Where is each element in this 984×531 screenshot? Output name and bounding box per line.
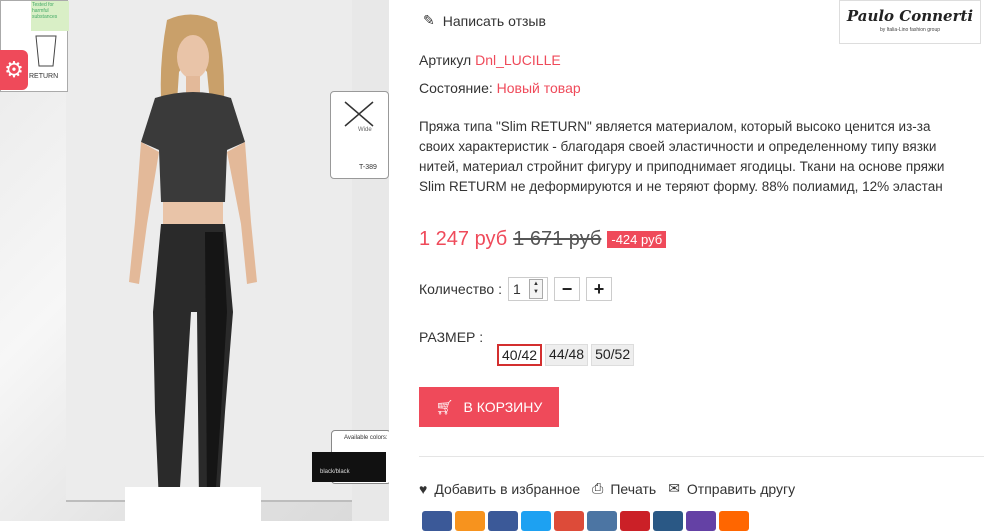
product-description: Пряжа типа "Slim RETURN" является матери…	[419, 119, 945, 194]
quantity-spinner-icon[interactable]: ▲ ▼	[528, 279, 543, 299]
model-figure	[129, 14, 257, 502]
print-label: Печать	[610, 480, 657, 497]
social-share-button[interactable]	[422, 511, 452, 531]
old-price: 1 671 руб	[513, 228, 602, 250]
article-value: Dnl_LUCILLE	[475, 52, 561, 68]
wide-label: Wide	[358, 127, 372, 133]
social-share-button[interactable]	[587, 511, 617, 531]
brand-name: Paulo Connerti	[846, 7, 974, 25]
quantity-increase-button[interactable]: +	[585, 277, 612, 301]
social-share-button[interactable]	[455, 511, 485, 531]
size-option-44-48[interactable]: 44/48	[545, 344, 589, 366]
write-review-label: Написать отзыв	[442, 12, 546, 29]
quantity-row: Количество : 1 ▲ ▼ − +	[419, 277, 612, 301]
tag-top-text: Tested for harmful substances	[31, 1, 69, 31]
tag-return-label: RETURN	[29, 73, 59, 80]
color-swatch: black/black	[312, 452, 386, 482]
social-share-bar	[422, 511, 749, 531]
settings-gear-icon[interactable]: ⚙	[0, 50, 28, 90]
size-option-40-42[interactable]: 40/42	[497, 344, 543, 366]
price-block: 1 247 руб 1 671 руб -424 руб	[419, 228, 667, 251]
quantity-label: Количество :	[419, 281, 502, 297]
model-code-tag: Wide T-389	[330, 91, 389, 179]
social-share-button[interactable]	[719, 511, 749, 531]
pencil-icon: ✎	[423, 12, 435, 28]
printer-icon: ⎙	[592, 480, 604, 496]
print-link[interactable]: ⎙ Печать	[592, 480, 656, 497]
social-share-button[interactable]	[521, 511, 551, 531]
condition-label: Состояние:	[419, 80, 493, 96]
send-label: Отправить другу	[686, 480, 796, 497]
divider	[419, 456, 984, 457]
favorites-label: Добавить в избранное	[434, 480, 581, 497]
quantity-input[interactable]: 1 ▲ ▼	[507, 277, 548, 301]
condition-row: Состояние: Новый товар	[419, 80, 581, 96]
image-thumbnail[interactable]	[125, 487, 261, 521]
social-share-button[interactable]	[488, 511, 518, 531]
size-option-50-52[interactable]: 50/52	[591, 344, 635, 366]
available-colors-label: Available colors:	[344, 435, 388, 441]
size-label: РАЗМЕР :	[419, 329, 484, 345]
social-share-button[interactable]	[554, 511, 584, 531]
model-code-label: T-389	[359, 164, 377, 171]
brand-logo: Paulo Connerti by Italia-Lino fashion gr…	[839, 0, 981, 44]
current-price: 1 247 руб	[419, 228, 508, 250]
size-options: 40/42 44/48 50/52	[497, 344, 635, 366]
quantity-decrease-button[interactable]: −	[553, 277, 580, 301]
garment-icon	[35, 35, 57, 67]
write-review-link[interactable]: ✎ Написать отзыв	[423, 12, 546, 29]
cart-icon: 🛒︎	[435, 398, 454, 415]
quantity-value: 1	[512, 281, 521, 297]
add-to-favorites-link[interactable]: ♥ Добавить в избранное	[419, 481, 580, 497]
article-label: Артикул	[419, 52, 472, 68]
action-links: ♥ Добавить в избранное ⎙ Печать ✉ Отправ…	[419, 480, 795, 497]
add-to-cart-button[interactable]: 🛒︎ В КОРЗИНУ	[419, 387, 559, 427]
envelope-icon: ✉	[668, 480, 680, 496]
color-swatch-label: black/black	[320, 469, 350, 475]
social-share-button[interactable]	[686, 511, 716, 531]
article-row: Артикул Dnl_LUCILLE	[419, 52, 561, 68]
social-share-button[interactable]	[653, 511, 683, 531]
discount-badge: -424 руб	[607, 231, 667, 248]
add-to-cart-label: В КОРЗИНУ	[463, 399, 543, 415]
social-share-button[interactable]	[620, 511, 650, 531]
heart-icon: ♥	[419, 480, 428, 497]
send-to-friend-link[interactable]: ✉ Отправить другу	[668, 480, 795, 497]
product-image[interactable]: Tested for harmful substances RETURN ⚙ W…	[0, 0, 389, 521]
condition-value: Новый товар	[496, 80, 581, 96]
brand-tagline: by Italia-Lino fashion group	[879, 27, 941, 33]
